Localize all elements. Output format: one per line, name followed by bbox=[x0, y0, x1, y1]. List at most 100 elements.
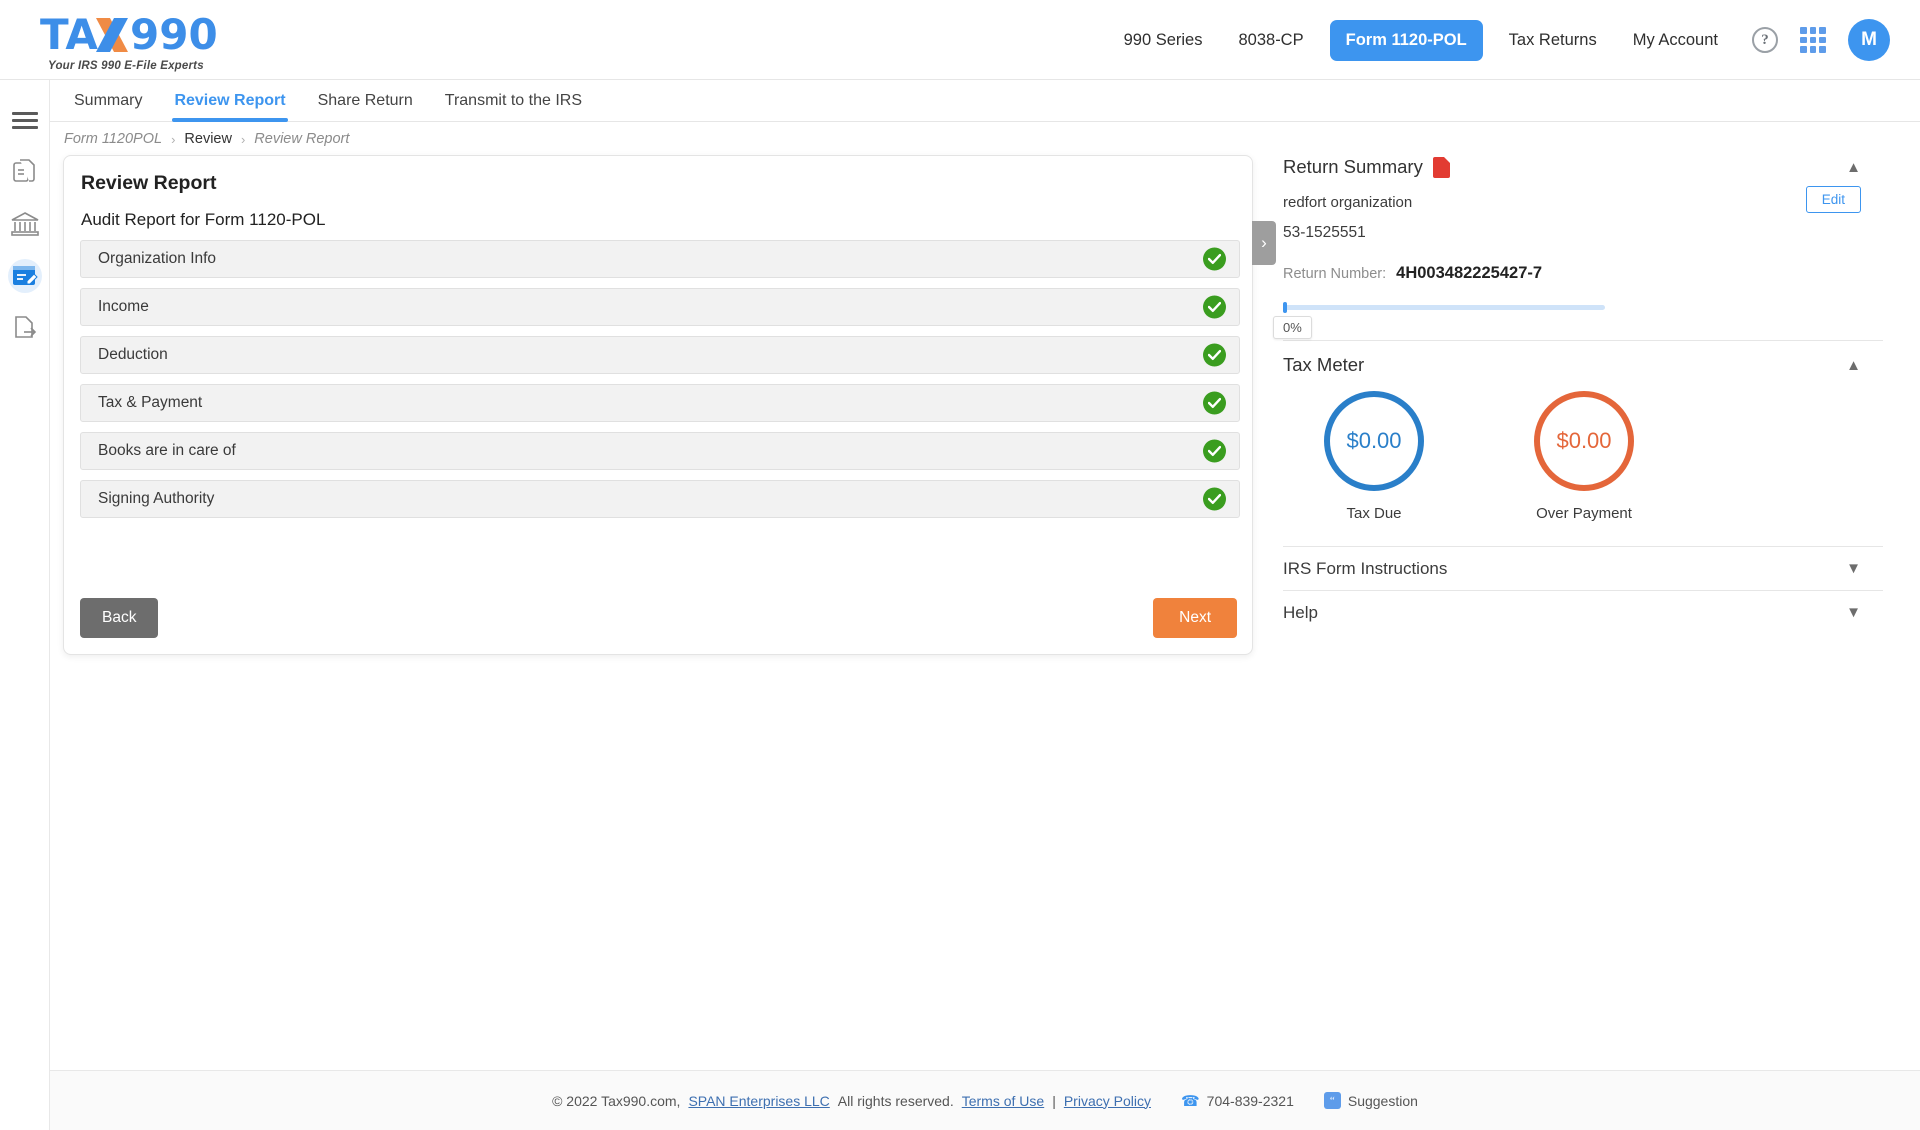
rights-text: All rights reserved. bbox=[837, 1092, 954, 1109]
chevron-down-icon[interactable]: ▼ bbox=[1846, 604, 1861, 621]
sidebar-item-menu[interactable] bbox=[0, 94, 50, 146]
pdf-download-icon[interactable] bbox=[1432, 156, 1450, 178]
table-row[interactable]: Books are in care of bbox=[80, 432, 1240, 470]
right-summary-panel: Return Summary ▲ redfort organization Ed… bbox=[1273, 150, 1883, 634]
return-summary-title: Return Summary bbox=[1283, 156, 1423, 177]
check-circle-icon bbox=[1203, 391, 1226, 415]
audit-section-list: Organization Info Income Deduction Tax &… bbox=[80, 240, 1240, 528]
span-enterprises-link[interactable]: SPAN Enterprises LLC bbox=[688, 1093, 829, 1109]
row-label: Books are in care of bbox=[98, 442, 236, 459]
row-label: Income bbox=[98, 298, 149, 315]
terms-of-use-link[interactable]: Terms of Use bbox=[962, 1093, 1044, 1109]
pipe-separator: | bbox=[1052, 1092, 1056, 1109]
top-header: TA 990 Your IRS 990 E-File Experts 990 S… bbox=[0, 0, 1920, 80]
tab-transmit-to-irs[interactable]: Transmit to the IRS bbox=[429, 92, 598, 121]
row-label: Deduction bbox=[98, 346, 168, 363]
back-button[interactable]: Back bbox=[80, 598, 159, 638]
app-grid-icon[interactable] bbox=[1800, 27, 1826, 53]
table-row[interactable]: Income bbox=[80, 288, 1240, 326]
sidebar-item-bank[interactable] bbox=[0, 198, 50, 250]
next-button[interactable]: Next bbox=[1153, 598, 1237, 638]
suggestion-label: Suggestion bbox=[1347, 1092, 1418, 1109]
nav-8038-cp[interactable]: 8038-CP bbox=[1220, 31, 1321, 50]
progress-track bbox=[1283, 305, 1605, 310]
progress-knob[interactable] bbox=[1283, 302, 1287, 313]
sidebar-item-export[interactable] bbox=[0, 302, 50, 354]
breadcrumb-item-form[interactable]: Form 1120POL bbox=[64, 131, 162, 147]
page-title: Review Report bbox=[81, 172, 217, 194]
section-irs-form-instructions[interactable]: IRS Form Instructions ▼ bbox=[1283, 546, 1883, 590]
completion-progress: 0% bbox=[1273, 302, 1605, 339]
row-label: Tax & Payment bbox=[98, 394, 203, 411]
bank-institution-icon bbox=[11, 212, 39, 236]
page-footer: © 2022 Tax990.com, SPAN Enterprises LLC … bbox=[50, 1070, 1920, 1130]
check-circle-icon bbox=[1203, 487, 1226, 511]
section-help[interactable]: Help ▼ bbox=[1283, 590, 1883, 634]
sidebar-item-documents[interactable] bbox=[0, 146, 50, 198]
tab-share-return[interactable]: Share Return bbox=[302, 92, 429, 121]
table-row[interactable]: Signing Authority bbox=[80, 480, 1240, 518]
table-row[interactable]: Organization Info bbox=[80, 240, 1240, 278]
chevron-up-icon[interactable]: ▲ bbox=[1846, 357, 1861, 374]
tax-due-gauge: $0.00 Tax Due bbox=[1299, 391, 1449, 522]
tax-meter-header: Tax Meter ▲ bbox=[1283, 345, 1883, 385]
donut-chart-tax-due: $0.00 bbox=[1324, 391, 1424, 491]
breadcrumb: Form 1120POL › Review › Review Report bbox=[64, 131, 349, 147]
section-label: Help bbox=[1283, 602, 1318, 622]
phone-number: 704-839-2321 bbox=[1206, 1092, 1294, 1109]
main-nav: 990 Series 8038-CP Form 1120-POL Tax Ret… bbox=[1106, 0, 1890, 80]
copyright-text: © 2022 Tax990.com, bbox=[552, 1092, 681, 1109]
over-payment-gauge: $0.00 Over Payment bbox=[1509, 391, 1659, 522]
chevron-up-icon[interactable]: ▲ bbox=[1846, 159, 1861, 176]
row-label: Signing Authority bbox=[98, 490, 215, 507]
documents-icon bbox=[13, 159, 35, 182]
row-label: Organization Info bbox=[98, 250, 217, 267]
quote-suggestion-icon: “ bbox=[1323, 1092, 1341, 1109]
tab-review-report[interactable]: Review Report bbox=[158, 92, 301, 122]
brand-tagline: Your IRS 990 E-File Experts bbox=[48, 60, 204, 72]
table-row[interactable]: Deduction bbox=[80, 336, 1240, 374]
tax-meter-gauges: $0.00 Tax Due $0.00 Over Payment bbox=[1283, 391, 1883, 522]
progress-percent-badge: 0% bbox=[1273, 316, 1312, 339]
check-circle-icon bbox=[1203, 295, 1226, 319]
left-icon-rail bbox=[0, 80, 50, 1130]
phone-item[interactable]: ☎ 704-839-2321 bbox=[1181, 1092, 1294, 1110]
hamburger-menu-icon bbox=[12, 108, 38, 133]
audit-report-subtitle: Audit Report for Form 1120-POL bbox=[81, 210, 326, 229]
app-root: TA 990 Your IRS 990 E-File Experts 990 S… bbox=[0, 0, 1920, 1130]
breadcrumb-item-review[interactable]: Review bbox=[184, 131, 232, 147]
svg-text:TA: TA bbox=[40, 12, 98, 58]
document-export-icon bbox=[15, 316, 37, 338]
check-circle-icon bbox=[1203, 343, 1226, 367]
review-report-card: Review Report Audit Report for Form 1120… bbox=[63, 155, 1276, 655]
tax-meter-title: Tax Meter bbox=[1283, 354, 1365, 375]
nav-tax-returns[interactable]: Tax Returns bbox=[1491, 31, 1615, 50]
tax990-logo-icon: TA 990 bbox=[40, 12, 218, 58]
section-tabs: Summary Review Report Share Return Trans… bbox=[50, 80, 1920, 122]
nav-990-series[interactable]: 990 Series bbox=[1106, 31, 1221, 50]
nav-form-1120-pol[interactable]: Form 1120-POL bbox=[1329, 19, 1483, 61]
divider bbox=[1283, 340, 1883, 341]
check-circle-icon bbox=[1203, 247, 1226, 271]
avatar[interactable]: M bbox=[1848, 19, 1890, 61]
return-number-label: Return Number: bbox=[1283, 266, 1387, 282]
organization-name: redfort organization bbox=[1283, 194, 1413, 211]
tab-summary[interactable]: Summary bbox=[58, 92, 158, 121]
sidebar-item-form-edit[interactable] bbox=[0, 250, 50, 302]
chevron-down-icon[interactable]: ▼ bbox=[1846, 560, 1861, 577]
nav-my-account[interactable]: My Account bbox=[1615, 31, 1736, 50]
check-circle-icon bbox=[1203, 439, 1226, 463]
tax-due-caption: Tax Due bbox=[1346, 505, 1402, 522]
panel-expand-chevron-right-icon[interactable]: › bbox=[1252, 221, 1276, 265]
section-label: IRS Form Instructions bbox=[1283, 558, 1448, 578]
chevron-right-icon: › bbox=[240, 131, 246, 147]
over-payment-caption: Over Payment bbox=[1536, 505, 1632, 522]
privacy-policy-link[interactable]: Privacy Policy bbox=[1064, 1093, 1151, 1109]
breadcrumb-item-review-report: Review Report bbox=[254, 131, 350, 147]
edit-button[interactable]: Edit bbox=[1805, 186, 1861, 213]
brand-logo[interactable]: TA 990 Your IRS 990 E-File Experts bbox=[40, 12, 260, 72]
help-question-icon[interactable]: ? bbox=[1752, 27, 1778, 53]
table-row[interactable]: Tax & Payment bbox=[80, 384, 1240, 422]
suggestion-item[interactable]: “ Suggestion bbox=[1323, 1092, 1418, 1109]
return-number-value: 4H003482225427-7 bbox=[1396, 264, 1543, 282]
